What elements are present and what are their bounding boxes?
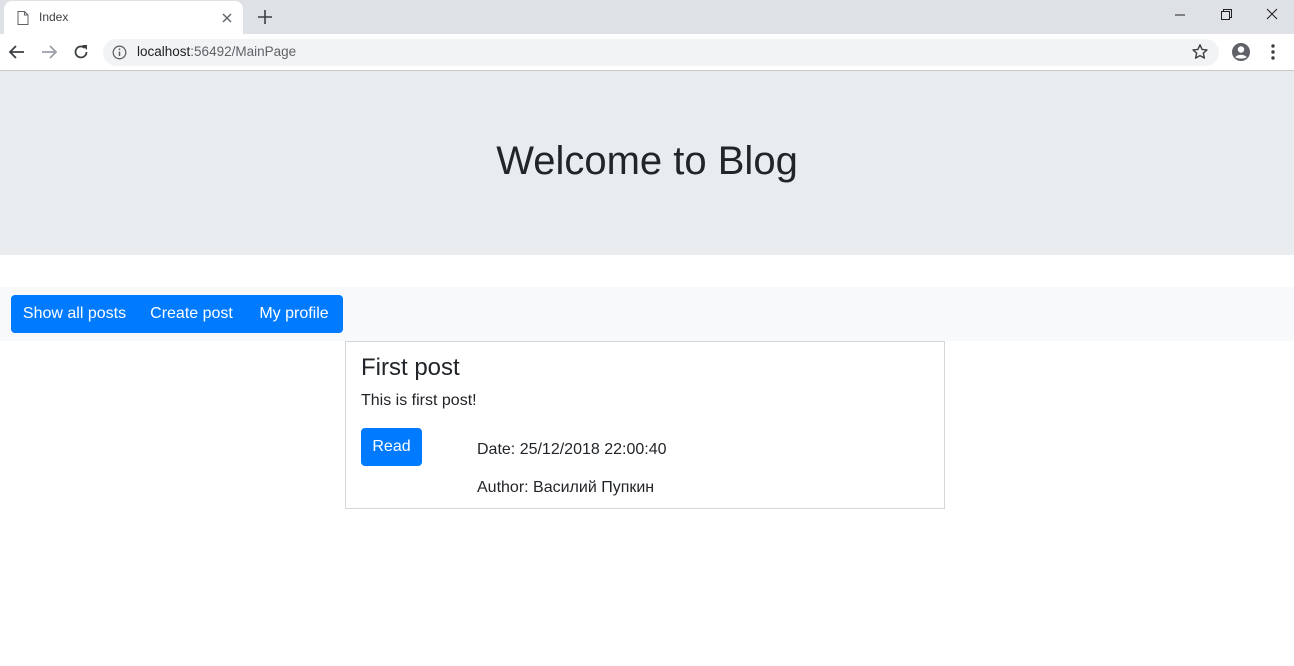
- forward-arrow-icon[interactable]: [39, 42, 59, 62]
- show-all-posts-button[interactable]: Show all posts: [11, 295, 138, 333]
- close-window-icon[interactable]: [1260, 5, 1284, 25]
- minimize-icon[interactable]: [1168, 5, 1192, 25]
- post-title: First post: [361, 354, 460, 381]
- post-card: First post This is first post! Read Date…: [345, 341, 945, 509]
- url-host: localhost: [137, 44, 191, 59]
- my-profile-button[interactable]: My profile: [245, 295, 343, 333]
- bookmark-star-icon[interactable]: [1191, 43, 1209, 61]
- post-text: This is first post!: [361, 392, 477, 409]
- document-icon: [17, 11, 29, 25]
- read-button[interactable]: Read: [361, 428, 422, 466]
- url-text: localhost:56492/MainPage: [137, 44, 296, 59]
- reload-icon[interactable]: [71, 42, 91, 62]
- page-title: Welcome to Blog: [496, 139, 798, 183]
- browser-tab[interactable]: Index: [4, 1, 243, 34]
- url-path: :56492/MainPage: [190, 44, 297, 59]
- account-icon[interactable]: [1231, 42, 1251, 62]
- tab-title: Index: [39, 10, 69, 24]
- jumbotron: Welcome to Blog: [0, 71, 1294, 255]
- more-menu-icon[interactable]: [1264, 42, 1282, 62]
- create-post-button[interactable]: Create post: [138, 295, 245, 333]
- browser-tabstrip: Index: [0, 0, 1294, 34]
- new-tab-icon[interactable]: [256, 8, 274, 26]
- post-date: Date: 25/12/2018 22:00:40: [477, 441, 667, 458]
- back-arrow-icon[interactable]: [7, 42, 27, 62]
- nav-bar: Show all posts Create post My profile: [0, 287, 1294, 341]
- post-author: Author: Василий Пупкин: [477, 479, 655, 496]
- restore-icon[interactable]: [1214, 5, 1238, 25]
- address-bar[interactable]: localhost:56492/MainPage: [103, 39, 1219, 66]
- close-tab-icon[interactable]: [219, 10, 235, 26]
- browser-toolbar: localhost:56492/MainPage: [0, 34, 1294, 71]
- info-icon[interactable]: [112, 45, 127, 60]
